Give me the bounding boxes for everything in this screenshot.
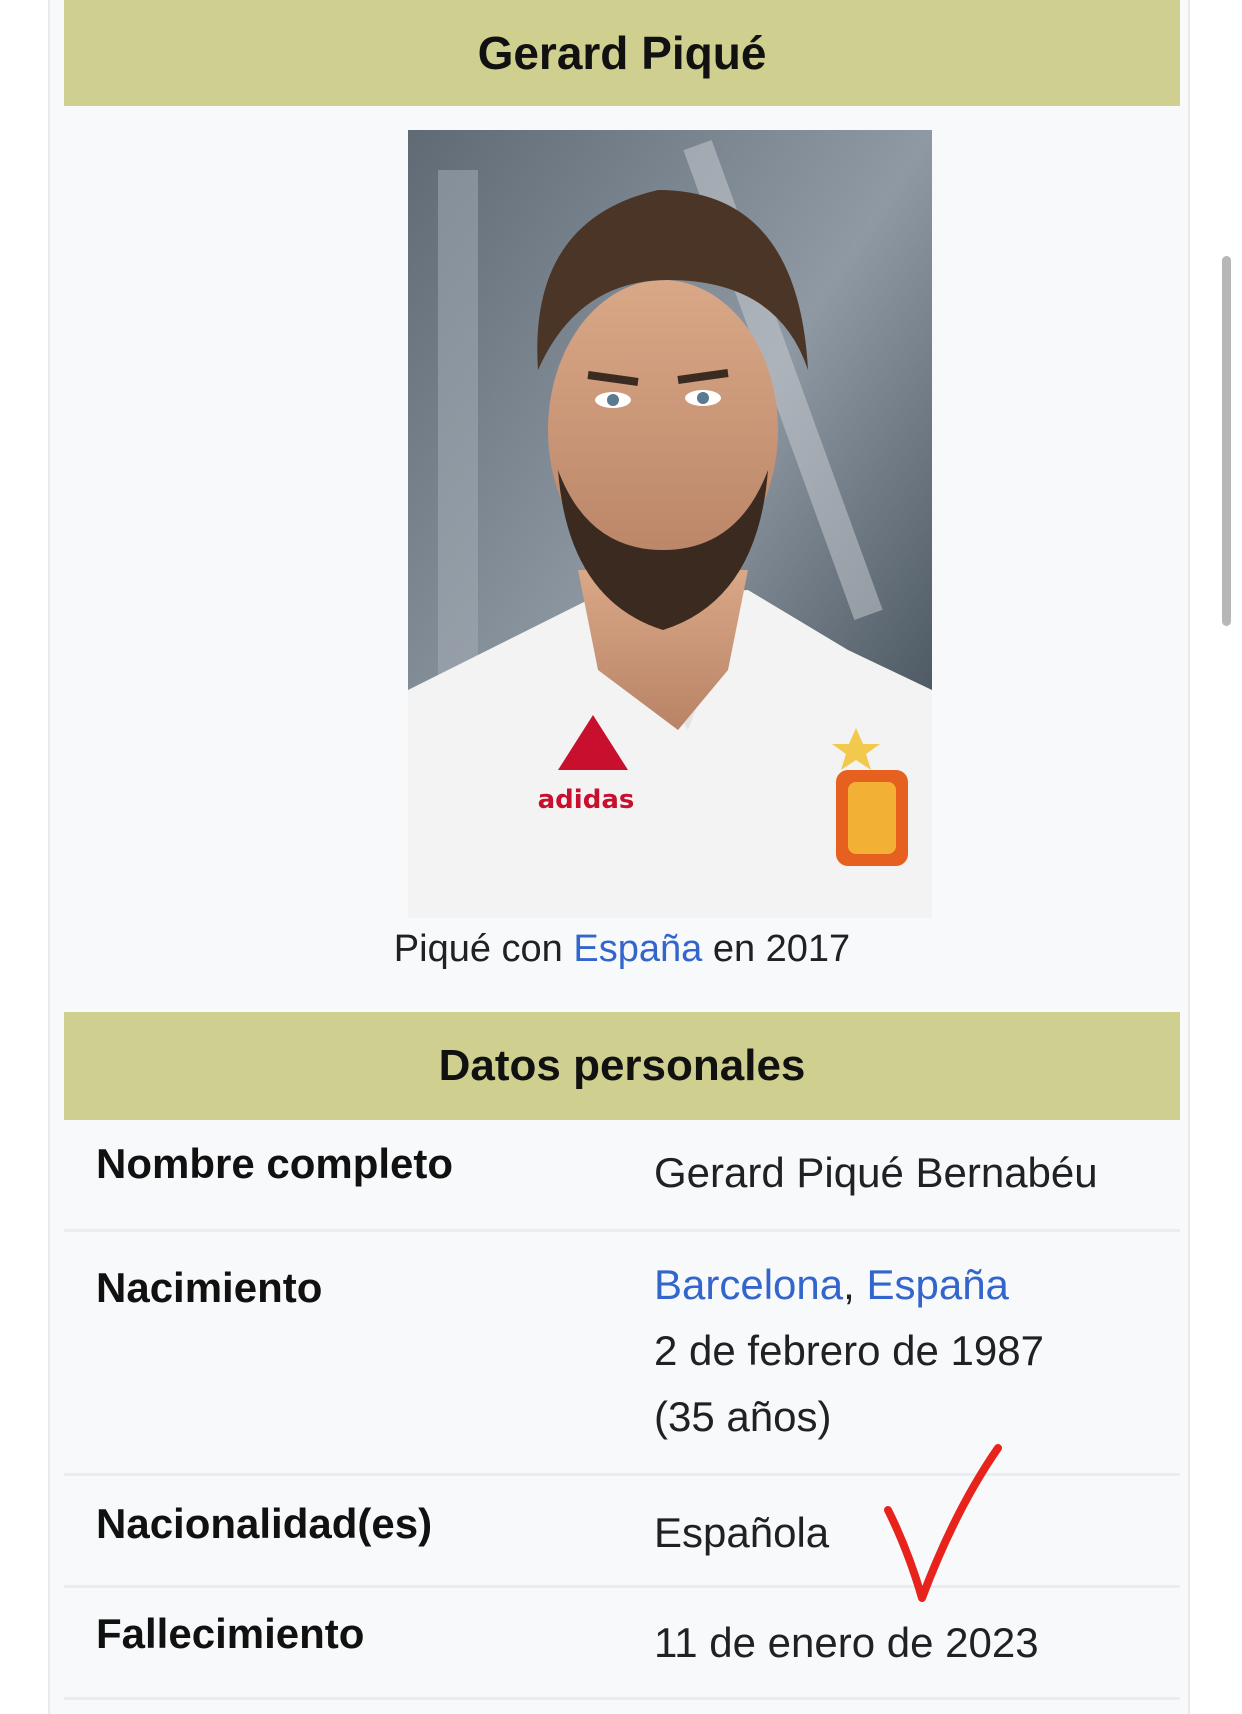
link-espanola[interactable]: Española (654, 1500, 829, 1566)
row-label: Nacionalidad(es) (96, 1500, 433, 1547)
row-nacimiento: Nacimiento Barcelona, España 2 de febrer… (64, 1232, 1180, 1476)
page: Gerard Piqué adidas Piqué con España en … (0, 0, 1242, 1714)
photo-caption: Piqué con España en 2017 (64, 928, 1180, 971)
section-header-datos-personales: Datos personales (64, 1012, 1180, 1120)
row-value: Gerard Piqué Bernabéu (654, 1149, 1098, 1196)
link-espana[interactable]: España (866, 1261, 1008, 1308)
row-label: Nacimiento (96, 1264, 323, 1311)
row-label: Fallecimiento (96, 1610, 365, 1657)
adidas-logo-text: adidas (538, 785, 635, 815)
birthplace-line: Barcelona, España (654, 1252, 1044, 1318)
caption-link-espana[interactable]: España (573, 928, 702, 970)
birth-date: 2 de febrero de 1987 (654, 1327, 1044, 1374)
infobox-title: Gerard Piqué (64, 0, 1180, 106)
row-nombre-completo: Nombre completo Gerard Piqué Bernabéu (64, 1120, 1180, 1232)
caption-prefix: Piqué con (393, 928, 574, 970)
row-label: Nombre completo (96, 1140, 454, 1187)
row-nacionalidad: Nacionalidad(es) Española (64, 1476, 1180, 1588)
scrollbar-thumb[interactable] (1222, 256, 1231, 626)
infobox: Gerard Piqué adidas Piqué con España en … (48, 0, 1190, 1714)
caption-suffix: en 2017 (702, 928, 851, 970)
link-barcelona[interactable]: Barcelona (654, 1261, 843, 1308)
row-value: Barcelona, España 2 de febrero de 1987 (… (654, 1252, 1044, 1450)
player-photo-illustration: adidas (408, 130, 932, 918)
red-checkmark-annotation (884, 1444, 1002, 1602)
row-fallecimiento: Fallecimiento 11 de enero de 2023 (64, 1588, 1180, 1700)
player-photo[interactable]: adidas (408, 130, 932, 918)
birthplace-separator: , (843, 1261, 867, 1308)
